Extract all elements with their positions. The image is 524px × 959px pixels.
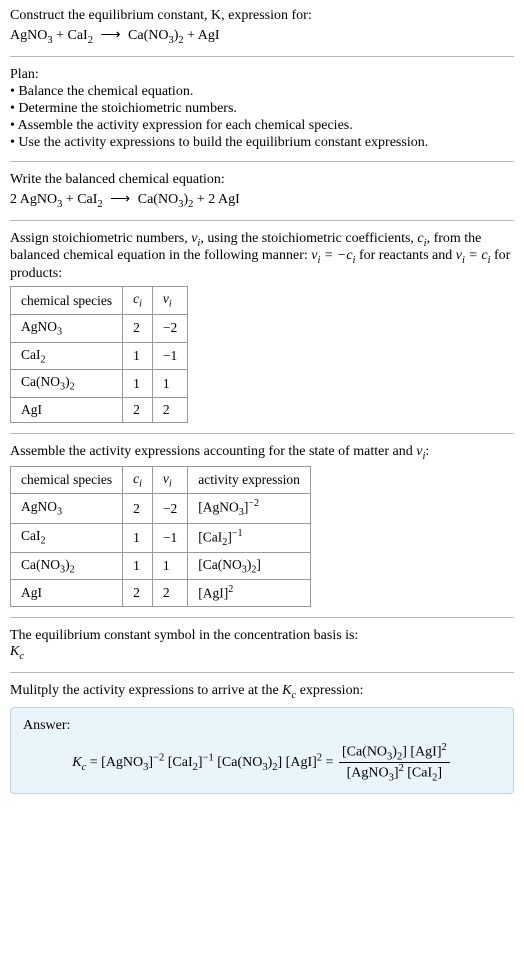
assemble-text: Assemble the activity expressions accoun… [10, 444, 514, 462]
divider [10, 56, 514, 57]
fraction-numerator: [Ca(NO3)2] [AgI]2 [339, 742, 450, 763]
kc-line1: The equilibrium constant symbol in the c… [10, 628, 514, 644]
th-ci: ci [123, 466, 153, 494]
th-species: chemical species [11, 287, 123, 315]
divider [10, 672, 514, 673]
cell-activity: [CaI2]−1 [188, 523, 311, 552]
cell-activity: [AgI]2 [188, 580, 311, 607]
cell-nui: 1 [152, 370, 187, 398]
table-row: AgNO3 2 −2 [11, 314, 188, 342]
kc-symbol: Kc [10, 644, 514, 662]
fraction: [Ca(NO3)2] [AgI]2 [AgNO3]2 [CaI2] [337, 742, 452, 784]
assign-text: Assign stoichiometric numbers, [10, 231, 191, 246]
intro-line1: Construct the equilibrium constant, K, e… [10, 8, 514, 24]
c-symbol: ci [417, 231, 426, 246]
plan-item: • Determine the stoichiometric numbers. [10, 101, 514, 117]
assign-text: , using the stoichiometric coefficients, [200, 231, 417, 246]
fraction-denominator: [AgNO3]2 [CaI2] [339, 763, 450, 783]
activity-table: chemical species ci νi activity expressi… [10, 466, 311, 607]
cell-species: CaI2 [11, 342, 123, 370]
th-nui: νi [152, 287, 187, 315]
cell-ci: 2 [123, 494, 153, 523]
balanced-equation: 2 AgNO3 + CaI2 ⟶ Ca(NO3)2 + 2 AgI [10, 191, 514, 210]
cell-ci: 1 [123, 523, 153, 552]
relation-1: νi = −ci [311, 248, 355, 263]
divider [10, 433, 514, 434]
th-species: chemical species [11, 466, 123, 494]
table-header-row: chemical species ci νi [11, 287, 188, 315]
table-row: CaI2 1 −1 [CaI2]−1 [11, 523, 311, 552]
table-row: AgNO3 2 −2 [AgNO3]−2 [11, 494, 311, 523]
nu-symbol: νi [191, 231, 200, 246]
th-nui: νi [152, 466, 187, 494]
assign-text: for reactants and [355, 248, 455, 263]
th-activity: activity expression [188, 466, 311, 494]
arrow-icon: ⟶ [96, 28, 124, 43]
divider [10, 617, 514, 618]
answer-equation: Kc = [AgNO3]−2 [CaI2]−1 [Ca(NO3)2] [AgI]… [23, 742, 501, 784]
cell-species: AgNO3 [11, 494, 123, 523]
cell-species: CaI2 [11, 523, 123, 552]
plan-item: • Assemble the activity expression for e… [10, 118, 514, 134]
cell-nui: 2 [152, 580, 187, 607]
cell-ci: 1 [123, 370, 153, 398]
cell-ci: 2 [123, 580, 153, 607]
cell-ci: 2 [123, 314, 153, 342]
table-row: Ca(NO3)2 1 1 [Ca(NO3)2] [11, 552, 311, 580]
cell-ci: 1 [123, 342, 153, 370]
stoich-table: chemical species ci νi AgNO3 2 −2 CaI2 1… [10, 286, 188, 423]
balanced-lhs: 2 AgNO3 + CaI2 [10, 192, 103, 207]
cell-activity: [AgNO3]−2 [188, 494, 311, 523]
answer-label: Answer: [23, 718, 501, 734]
cell-nui: −2 [152, 494, 187, 523]
table-row: AgI 2 2 [11, 397, 188, 422]
table-header-row: chemical species ci νi activity expressi… [11, 466, 311, 494]
balanced-rhs: Ca(NO3)2 + 2 AgI [138, 192, 240, 207]
cell-species: AgNO3 [11, 314, 123, 342]
plan-heading: Plan: [10, 67, 514, 83]
arrow-icon: ⟶ [106, 192, 134, 207]
plan-item: • Balance the chemical equation. [10, 84, 514, 100]
assign-paragraph: Assign stoichiometric numbers, νi, using… [10, 231, 514, 283]
divider [10, 220, 514, 221]
cell-nui: −1 [152, 523, 187, 552]
relation-2: νi = ci [456, 248, 491, 263]
cell-species: Ca(NO3)2 [11, 370, 123, 398]
table-row: AgI 2 2 [AgI]2 [11, 580, 311, 607]
intro-eq-lhs: AgNO3 + CaI2 [10, 28, 93, 43]
intro-equation: AgNO3 + CaI2 ⟶ Ca(NO3)2 + AgI [10, 27, 514, 46]
balanced-heading: Write the balanced chemical equation: [10, 172, 514, 188]
multiply-text: Mulitply the activity expressions to arr… [10, 683, 514, 701]
divider [10, 161, 514, 162]
cell-activity: [Ca(NO3)2] [188, 552, 311, 580]
cell-ci: 1 [123, 552, 153, 580]
table-row: CaI2 1 −1 [11, 342, 188, 370]
cell-species: AgI [11, 397, 123, 422]
cell-nui: −2 [152, 314, 187, 342]
plan-item: • Use the activity expressions to build … [10, 135, 514, 151]
cell-species: AgI [11, 580, 123, 607]
th-ci: ci [123, 287, 153, 315]
answer-box: Answer: Kc = [AgNO3]−2 [CaI2]−1 [Ca(NO3)… [10, 707, 514, 795]
cell-nui: 2 [152, 397, 187, 422]
cell-nui: 1 [152, 552, 187, 580]
cell-nui: −1 [152, 342, 187, 370]
cell-species: Ca(NO3)2 [11, 552, 123, 580]
table-row: Ca(NO3)2 1 1 [11, 370, 188, 398]
cell-ci: 2 [123, 397, 153, 422]
intro-eq-rhs: Ca(NO3)2 + AgI [128, 28, 220, 43]
